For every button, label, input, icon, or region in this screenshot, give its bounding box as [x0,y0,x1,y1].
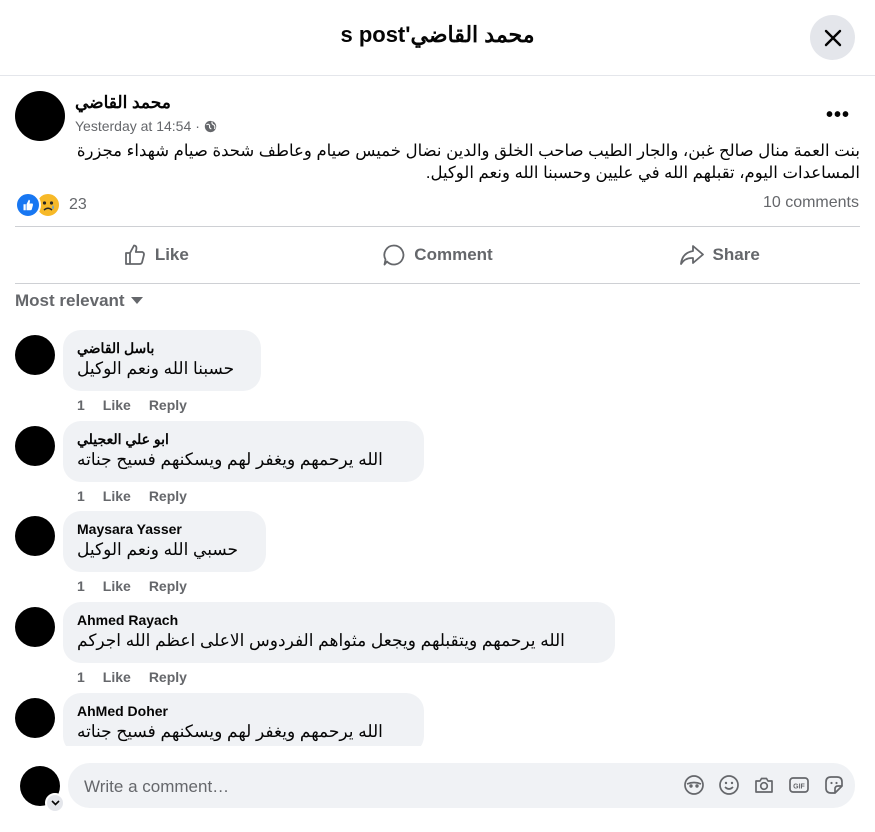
composer-tools: GIF [683,774,845,796]
reactions-count[interactable]: 23 [69,196,87,214]
comment-like-button[interactable]: Like [103,488,131,504]
comment-button[interactable]: Comment [297,227,579,283]
post-meta: Yesterday at 14:54 · [75,118,217,134]
like-label: Like [154,245,189,264]
dialog-header: s post'محمد القاضي [0,0,875,76]
share-icon [679,245,704,265]
comment-time[interactable]: 1 [77,488,85,504]
commenter-avatar[interactable] [15,698,55,738]
comment-time[interactable]: 1 [77,578,85,594]
reactions-summary[interactable]: 23 [15,192,87,218]
close-icon [824,29,841,46]
comment-input[interactable] [82,763,646,810]
comments-count[interactable]: 10 comments [763,194,859,212]
comment-reply-button[interactable]: Reply [149,578,187,594]
emoji-button[interactable] [718,774,740,796]
commenter-name[interactable]: Maysara Yasser [77,520,252,538]
like-reaction-icon [15,192,41,218]
thumbs-up-icon [124,244,145,265]
chevron-down-icon [50,800,60,806]
comment-text: الله يرحمهم ويغفر لهم ويسكنهم فسيح جناته [77,722,383,741]
comment-actions: 1 Like Reply [77,669,187,685]
sticker-icon [825,776,843,794]
comment-bubble: AhMed Doher الله يرحمهم ويغفر لهم ويسكنه… [63,693,424,746]
comment-like-button[interactable]: Like [103,578,131,594]
comment-like-button[interactable]: Like [103,397,131,413]
sticker-button[interactable] [823,774,845,796]
globe-icon [204,120,217,132]
comment-bubble: Ahmed Rayach الله يرحمهم ويتقبلهم ويجعل … [63,602,615,663]
comment-text: الله يرحمهم ويتقبلهم ويجعل مثواهم الفردو… [77,631,565,650]
comment-bubble: باسل القاضي حسبنا الله ونعم الوكيل [63,330,261,391]
like-button[interactable]: Like [15,227,297,283]
gif-icon: GIF [789,777,809,793]
gif-label: GIF [793,784,805,791]
avatar-sticker-icon [684,775,704,795]
dialog-title: s post'محمد القاضي [340,22,535,47]
commenter-avatar[interactable] [15,516,55,556]
post-timestamp[interactable]: Yesterday at 14:54 [75,118,191,134]
comment-text: الله يرحمهم ويغفر لهم ويسكنهم فسيح جناته [77,450,383,469]
comment-input-box[interactable]: GIF [68,763,855,810]
gif-button[interactable]: GIF [788,774,810,796]
comment-label: Comment [414,245,493,264]
comment-icon [383,244,405,266]
comment-actions: 1 Like Reply [77,488,187,504]
comment-text: حسبنا الله ونعم الوكيل [77,359,235,378]
comment-like-button[interactable]: Like [103,669,131,685]
commenter-name[interactable]: Ahmed Rayach [77,611,601,629]
comment-text: حسبي الله ونعم الوكيل [77,540,239,559]
commenter-avatar[interactable] [15,335,55,375]
post-action-bar: Like Comment Share [15,226,860,284]
smiley-icon [719,775,739,795]
profile-switch-button[interactable] [45,793,65,813]
avatar-sticker-button[interactable] [683,774,705,796]
commenter-avatar[interactable] [15,607,55,647]
camera-icon [755,777,773,793]
close-button[interactable] [810,15,855,60]
commenter-avatar[interactable] [15,426,55,466]
comment-bubble: ابو علي العجيلي الله يرحمهم ويغفر لهم وي… [63,421,424,482]
more-options-button[interactable]: ••• [826,104,850,127]
meta-separator: · [195,118,200,134]
comment-time[interactable]: 1 [77,397,85,413]
photo-button[interactable] [753,774,775,796]
comment-reply-button[interactable]: Reply [149,669,187,685]
commenter-name[interactable]: باسل القاضي [77,339,247,357]
sort-label: Most relevant [15,291,125,310]
comment-sort-dropdown[interactable]: Most relevant [15,291,143,311]
comment-actions: 1 Like Reply [77,578,187,594]
comment-reply-button[interactable]: Reply [149,488,187,504]
comment-composer: GIF [0,746,875,832]
commenter-name[interactable]: ابو علي العجيلي [77,430,410,448]
comment-reply-button[interactable]: Reply [149,397,187,413]
share-label: Share [712,245,760,264]
comments-list[interactable]: باسل القاضي حسبنا الله ونعم الوكيل 1 Lik… [0,320,875,746]
comment-actions: 1 Like Reply [77,397,187,413]
caret-down-icon [130,297,143,304]
share-button[interactable]: Share [578,227,860,283]
post-text: بنت العمة منال صالح غبن، والجار الطيب صا… [76,142,860,182]
post-author-name[interactable]: محمد القاضي [75,93,171,113]
comment-bubble: Maysara Yasser حسبي الله ونعم الوكيل [63,511,266,572]
post-author-avatar[interactable] [15,91,65,141]
commenter-name[interactable]: AhMed Doher [77,702,410,720]
comment-time[interactable]: 1 [77,669,85,685]
